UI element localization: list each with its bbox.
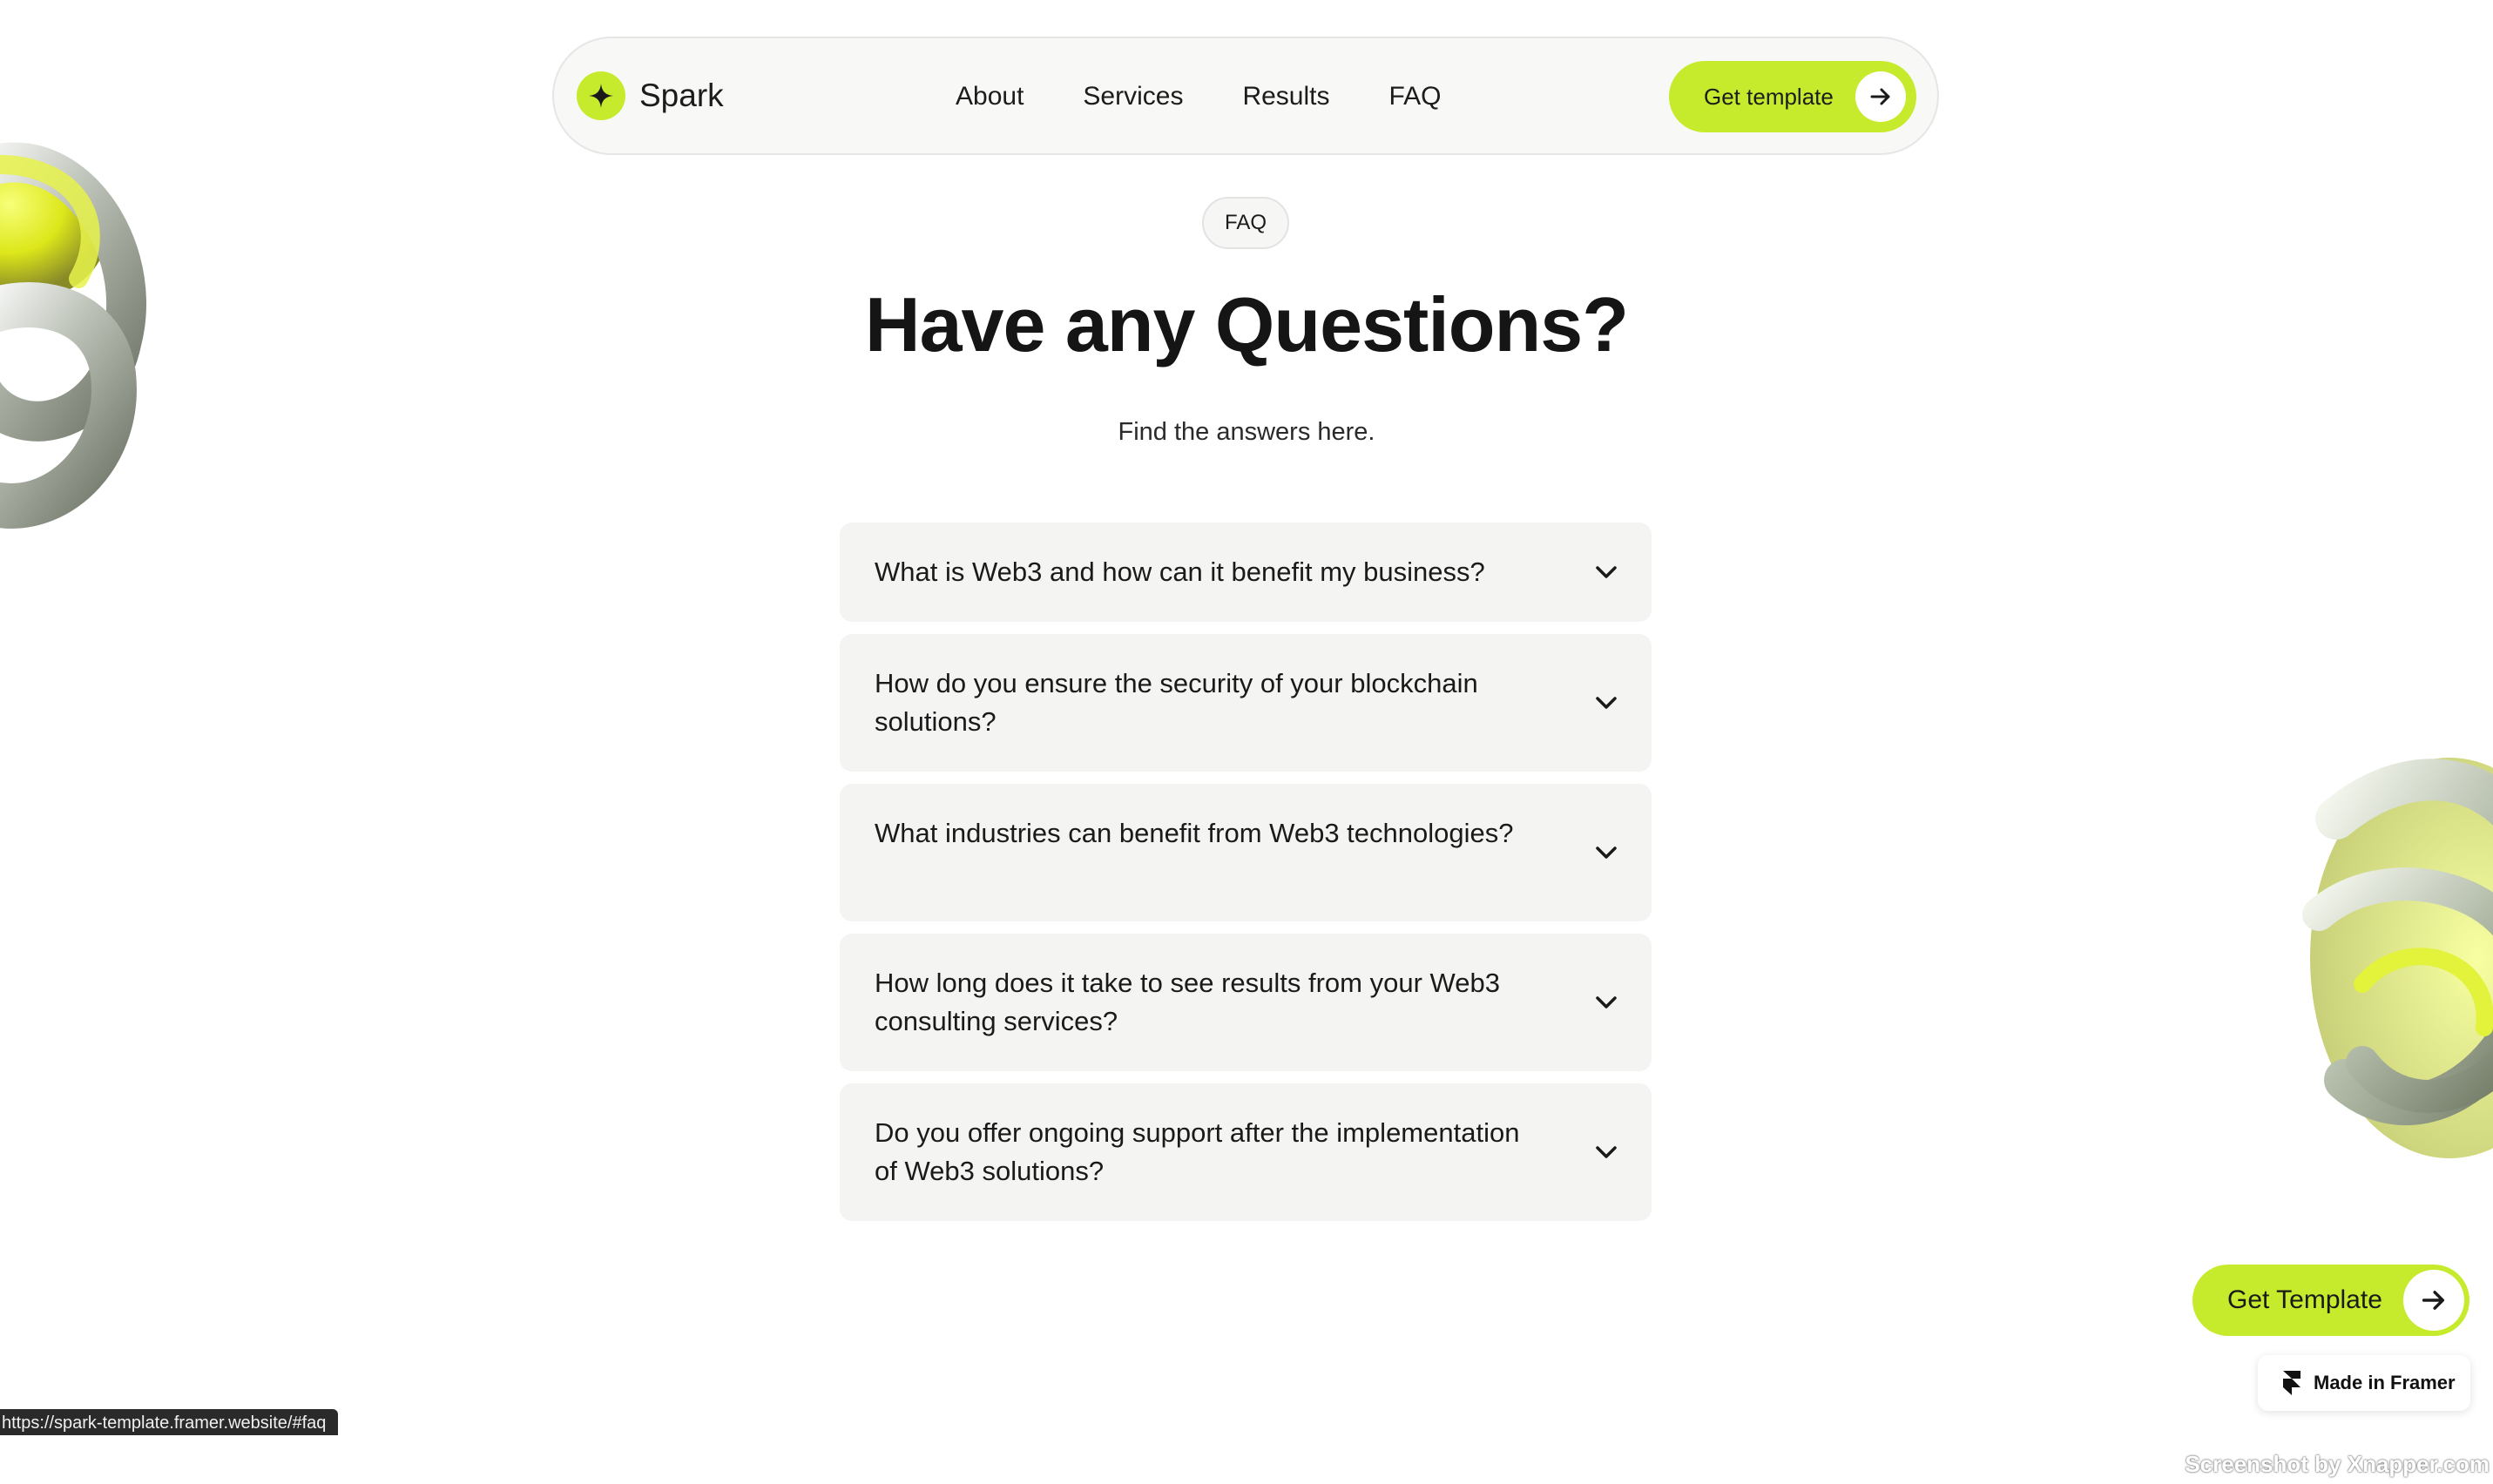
nav-links: About Services Results FAQ [956, 82, 1442, 111]
faq-item[interactable]: What is Web3 and how can it benefit my b… [840, 523, 1652, 622]
made-in-framer-badge[interactable]: Made in Framer [2258, 1355, 2470, 1411]
chevron-down-icon [1596, 847, 1617, 859]
faq-question: How long does it take to see results fro… [875, 968, 1500, 1036]
faq-item[interactable]: How long does it take to see results fro… [840, 934, 1652, 1071]
chevron-down-icon [1596, 1146, 1617, 1158]
faq-item[interactable]: How do you ensure the security of your b… [840, 634, 1652, 772]
nav-link-results[interactable]: Results [1242, 82, 1329, 111]
arrow-right-icon [2403, 1270, 2464, 1331]
decorative-knot-right [2302, 758, 2493, 1158]
faq-question: What industries can benefit from Web3 te… [875, 818, 1514, 848]
get-template-button[interactable]: Get template [1669, 61, 1916, 132]
chevron-down-icon [1596, 566, 1617, 578]
nav-link-about[interactable]: About [956, 82, 1024, 111]
arrow-right-icon [1855, 71, 1906, 122]
section-tag: FAQ [1202, 197, 1289, 249]
faq-question: How do you ensure the security of your b… [875, 668, 1478, 737]
faq-question: What is Web3 and how can it benefit my b… [875, 556, 1485, 587]
navbar: Spark About Services Results FAQ Get tem… [552, 37, 1939, 155]
brand-name: Spark [639, 78, 724, 113]
page-title: Have any Questions? [865, 281, 1629, 368]
page-subtitle: Find the answers here. [1118, 418, 1375, 446]
sparkle-icon [577, 71, 625, 120]
floating-get-template-button[interactable]: Get Template [2192, 1265, 2469, 1336]
framer-logo-icon [2283, 1371, 2300, 1395]
brand-logo[interactable]: Spark [577, 71, 724, 120]
nav-link-services[interactable]: Services [1083, 82, 1183, 111]
watermark: Screenshot by Xnapper.com [2185, 1451, 2490, 1477]
made-in-framer-label: Made in Framer [2314, 1372, 2456, 1393]
floating-cta-label: Get Template [2227, 1285, 2382, 1314]
get-template-label: Get template [1704, 83, 1834, 110]
chevron-down-icon [1596, 697, 1617, 709]
chevron-down-icon [1596, 996, 1617, 1008]
status-bar-url: https://spark-template.framer.website/#f… [0, 1409, 339, 1435]
faq-item[interactable]: Do you offer ongoing support after the i… [840, 1083, 1652, 1221]
nav-link-faq[interactable]: FAQ [1389, 82, 1442, 111]
faq-question: Do you offer ongoing support after the i… [875, 1117, 1520, 1186]
faq-item[interactable]: What industries can benefit from Web3 te… [840, 784, 1652, 921]
